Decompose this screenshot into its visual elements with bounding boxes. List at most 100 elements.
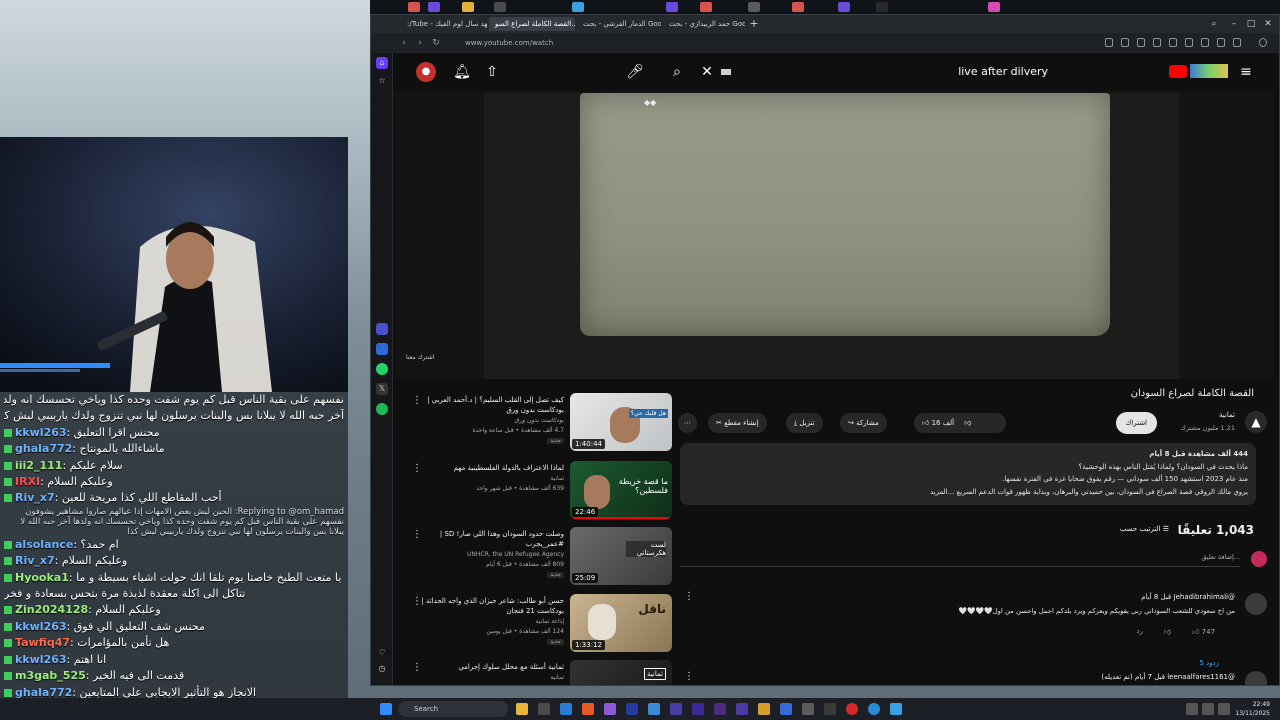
photoshop-icon[interactable] [626,703,638,715]
close-icon[interactable]: ✕ [1261,17,1275,31]
app-icon[interactable] [802,703,814,715]
profile-icon[interactable] [1259,38,1267,47]
youtube-logo-doodle[interactable] [1190,64,1228,78]
system-tray-icon[interactable] [1202,703,1214,715]
comment-menu-icon[interactable]: ⋮ [684,671,694,682]
video-menu-icon[interactable]: ⋮ [412,662,422,673]
comment-avatar[interactable] [1245,593,1267,615]
extension-icon[interactable] [1217,38,1225,47]
share-button[interactable]: ↪ مشاركة [840,413,887,433]
avatar[interactable]: ● [416,62,436,82]
comment-dislike-icon[interactable]: 👎︎ [1164,627,1171,636]
video-title[interactable]: لماذا الاعتراف بالدولة الفلسطينية مهم [419,463,564,473]
clip-button[interactable]: ✂ إنشاء مقطع [708,413,767,433]
video-thumbnail[interactable]: ثمانية [570,660,672,685]
extension-icon[interactable] [1121,38,1129,47]
extension-icon[interactable] [1201,38,1209,47]
video-thumbnail[interactable]: ما قصة خريطة فلسطين؟ 22:46 [570,461,672,519]
like-dislike-button[interactable]: 👍︎ 16 ألف 👎︎ [914,413,1006,433]
start-icon[interactable] [380,703,392,715]
video-channel[interactable]: بودكاست بدون ورق [515,417,564,424]
back-icon[interactable]: ‹ [397,36,411,50]
video-menu-icon[interactable]: ⋮ [412,395,422,406]
video-thumbnail[interactable]: ناقل 1:33:12 [570,594,672,652]
taskbar-search[interactable]: Search [398,701,508,717]
messenger-icon[interactable] [376,343,388,355]
search-icon[interactable]: ⌕ [667,62,687,82]
video-menu-icon[interactable]: ⋮ [412,529,422,540]
youtube-logo-icon[interactable] [1169,65,1187,78]
video-channel[interactable]: إذاعة ثمانية [536,618,564,625]
after-effects-icon[interactable] [692,703,704,715]
tab-youtube[interactable]: :/Tube - لهد سال لوم القيك [401,17,487,31]
store-icon[interactable] [538,703,550,715]
video-title[interactable]: ثمانية أسئلة مع محلل سلوك إجرامي [419,662,564,672]
related-video[interactable]: هل قلبك حي؟ 1:40:44 كيف تصل إلى القلب ال… [410,393,672,453]
vscode-icon[interactable] [560,703,572,715]
add-comment-input[interactable]: إضافة تعليق... [680,553,1240,567]
related-video[interactable]: ناقل 1:33:12 حسن أبو طالب: شاعر جيزان ال… [410,594,672,654]
video-channel[interactable]: ثمانية [550,674,564,681]
comment-like[interactable]: 👍︎ 747 [1192,627,1215,636]
sort-button[interactable]: الترتيب حسب ☰ [1120,525,1169,533]
comment-avatar[interactable] [1245,671,1267,685]
extension-icon[interactable] [1137,38,1145,47]
video-menu-icon[interactable]: ⋮ [412,596,422,607]
app-icon[interactable] [648,703,660,715]
history-icon[interactable]: ◷ [376,663,388,675]
minimize-icon[interactable]: – [1227,17,1241,31]
notifications-icon[interactable]: 🔔︎ [452,62,472,82]
tab-google-1[interactable]: الدمار القرشي - بحث Google [577,17,661,31]
video-title[interactable]: وصلت حدود السودان وهذا اللي صار! SD | #ع… [419,529,564,549]
menu-icon[interactable]: ≡ [1236,62,1256,82]
maximize-icon[interactable]: □ [1244,17,1258,31]
video-channel[interactable]: UNHCR, the UN Refugee Agency [467,551,564,558]
keyboard-icon[interactable] [721,69,731,75]
forward-icon[interactable]: › [413,36,427,50]
description-box[interactable]: 444 ألف مشاهدة قبل 8 أيام ماذا يحدث في ا… [680,443,1256,505]
video-thumbnail[interactable]: هل قلبك حي؟ 1:40:44 [570,393,672,451]
video-menu-icon[interactable]: ⋮ [412,463,422,474]
video-thumbnail[interactable]: لست هكرستاني 25:09 [570,527,672,585]
related-video[interactable]: ما قصة خريطة فلسطين؟ 22:46 لماذا الاعترا… [410,461,672,521]
system-tray-icon[interactable] [1186,703,1198,715]
comment-reply-button[interactable]: رد [1137,627,1144,635]
file-explorer-icon[interactable] [516,703,528,715]
app-icon[interactable] [780,703,792,715]
download-button[interactable]: ⤓ تنزيل [786,413,823,433]
tab-google-2[interactable]: حمد الزبيدازي - بحث Google [663,17,745,31]
bookmark-icon[interactable]: ☆ [376,75,388,87]
replies-toggle[interactable]: 5 ردود [1199,659,1219,667]
video-title[interactable]: كيف تصل إلى القلب السليم؟ | د.أحمد العرب… [419,395,564,415]
search-input[interactable]: ✕ live after dilvery [701,61,1054,83]
after-effects-icon[interactable] [670,703,682,715]
extension-icon[interactable] [1185,38,1193,47]
comment-author[interactable]: @leenaalfares1161 قبل 7 أيام (تم تعديله) [1101,673,1235,681]
app-icon[interactable] [758,703,770,715]
extension-icon[interactable] [1233,38,1241,47]
heart-icon[interactable]: ♡ [376,647,388,659]
after-effects-icon[interactable] [736,703,748,715]
reload-icon[interactable]: ↻ [429,36,443,50]
create-icon[interactable]: ⇧ [482,62,502,82]
search-tabs-icon[interactable]: ⌕ [1207,17,1221,31]
video-player[interactable]: ◆◆ اشترك معنا [394,91,1274,379]
url-field[interactable]: www.youtube.com/watch [449,36,1069,50]
extension-icon[interactable] [1153,38,1161,47]
related-video[interactable]: لست هكرستاني 25:09 وصلت حدود السودان وهذ… [410,527,672,587]
extension-icon[interactable] [1169,38,1177,47]
brave-icon[interactable] [582,703,594,715]
related-video[interactable]: ثمانية ثمانية أسئلة مع محلل سلوك إجرامي … [410,660,672,685]
x-icon[interactable]: 𝕏 [376,383,388,395]
media-encoder-icon[interactable] [714,703,726,715]
channel-name[interactable]: ثمانية [1219,411,1235,419]
telegram-icon[interactable] [890,703,902,715]
tab-active[interactable]: القصة الكاملة لصراع السو... [489,17,575,31]
clear-search-icon[interactable]: ✕ [697,62,717,82]
voice-search-icon[interactable]: 🎤︎ [625,62,645,82]
visual-studio-icon[interactable] [604,703,616,715]
new-tab-button[interactable]: + [747,17,761,31]
app-icon[interactable] [824,703,836,715]
video-title[interactable]: حسن أبو طالب: شاعر جيزان الذي واجه الحدا… [419,596,564,616]
channel-avatar[interactable]: ▲ [1245,411,1267,433]
